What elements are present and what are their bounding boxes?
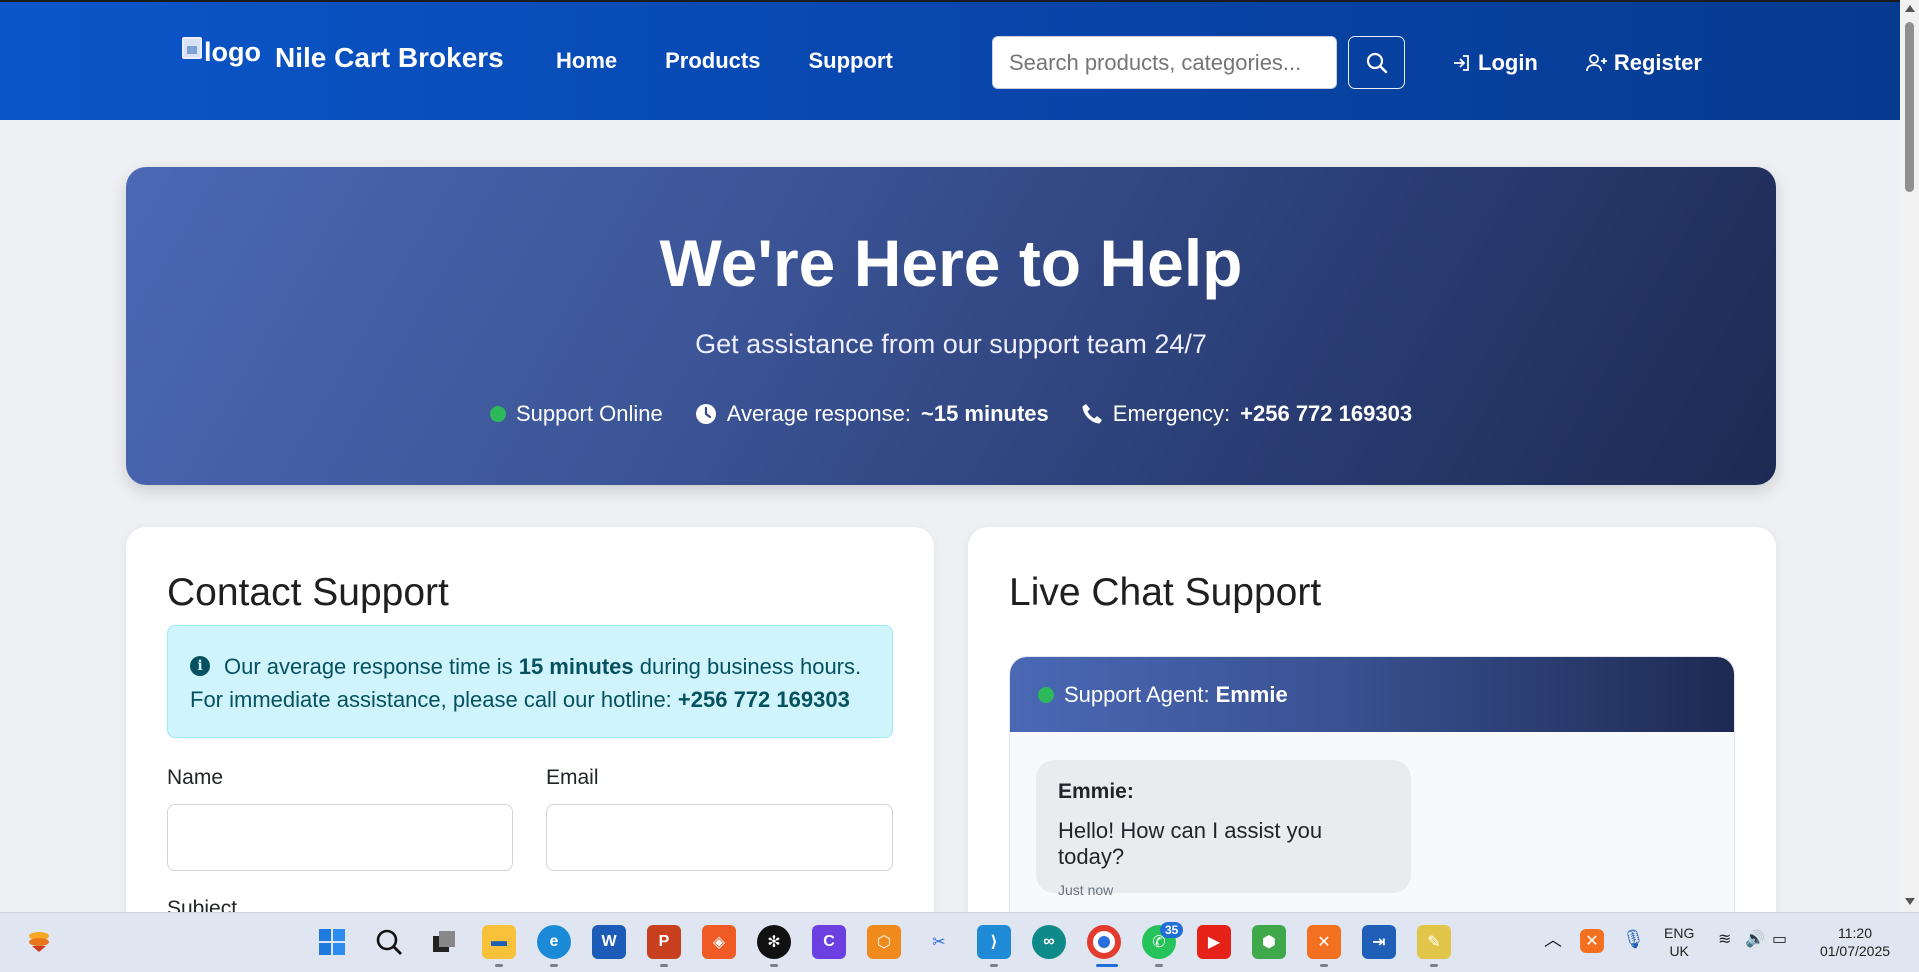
logo-image: logo: [182, 36, 261, 68]
volume-icon[interactable]: 🔊: [1745, 931, 1765, 949]
nav-link-support[interactable]: Support: [808, 48, 892, 74]
brand[interactable]: logo Nile Cart Brokers: [182, 30, 504, 74]
vscode-icon[interactable]: ⟩: [977, 925, 1011, 959]
arduino-icon[interactable]: ∞: [1032, 925, 1066, 959]
region-code: UK: [1669, 943, 1689, 959]
emergency-contact: Emergency: +256 772 169303: [1081, 401, 1412, 427]
message-sender: Emmie:: [1058, 780, 1134, 803]
login-icon: [1454, 55, 1469, 71]
android-studio-icon[interactable]: ⬢: [1252, 925, 1286, 959]
file-explorer-icon[interactable]: ▬: [482, 925, 516, 959]
search-taskbar-icon[interactable]: [372, 925, 406, 959]
message-time: Just now: [1058, 882, 1114, 898]
response-value: ~15 minutes: [920, 401, 1049, 426]
alert-text-2: during business hours.: [639, 654, 862, 679]
clock-time: 11:20: [1838, 925, 1872, 941]
register-link[interactable]: Register: [1585, 50, 1702, 76]
word-icon[interactable]: W: [592, 925, 626, 959]
nav-link-home[interactable]: Home: [556, 48, 617, 74]
emergency-phone[interactable]: +256 772 169303: [1240, 401, 1412, 427]
xampp-icon[interactable]: ✕: [1307, 925, 1341, 959]
search-icon: [1366, 52, 1387, 73]
alert-text-3: For immediate assistance, please call ou…: [190, 687, 672, 712]
chrome-icon[interactable]: [1087, 925, 1121, 959]
register-label: Register: [1613, 50, 1702, 75]
edge-icon[interactable]: e: [537, 925, 571, 959]
live-chat-card: Live Chat Support Support Agent: Emmie E…: [968, 527, 1776, 956]
language-indicator[interactable]: ENG UK: [1664, 924, 1694, 960]
auth-links: Login Register: [1452, 50, 1702, 76]
battery-icon[interactable]: ▭: [1772, 931, 1787, 949]
live-chat-title: Live Chat Support: [1009, 571, 1322, 614]
widgets-icon[interactable]: [22, 925, 56, 959]
canva-icon[interactable]: C: [812, 925, 846, 959]
response-info-alert: i Our average response time is 15 minutes…: [167, 625, 893, 738]
brand-name: Nile Cart Brokers: [274, 42, 504, 73]
hero-subtitle: Get assistance from our support team 24/…: [695, 329, 1207, 359]
alert-text-1: Our average response time is: [224, 654, 513, 679]
language-code: ENG: [1664, 925, 1695, 941]
xampp-tray-icon[interactable]: ✕: [1580, 929, 1604, 953]
youtube-icon[interactable]: ▶: [1197, 925, 1231, 959]
agent-name: Emmie: [1215, 681, 1288, 707]
response-label: Average response:: [726, 401, 911, 426]
chat-header: Support Agent: Emmie: [1010, 657, 1734, 732]
alert-hotline[interactable]: +256 772 169303: [678, 687, 850, 712]
pdf-tool-icon[interactable]: ✎: [1417, 925, 1451, 959]
name-field[interactable]: [167, 804, 513, 871]
person-add-icon: [1585, 54, 1607, 72]
agent-label: Support Agent:: [1064, 681, 1210, 707]
brave-icon[interactable]: ◈: [702, 925, 736, 959]
info-icon: i: [190, 656, 210, 677]
clock-icon: [695, 404, 716, 424]
chatgpt-icon[interactable]: ✻: [757, 925, 791, 959]
top-navbar: logo Nile Cart Brokers Home Products Sup…: [0, 0, 1900, 120]
alert-response-time: 15 minutes: [518, 654, 634, 679]
agent-online-dot-icon: [1038, 686, 1054, 703]
task-view-icon[interactable]: [427, 925, 461, 959]
hero-stats: Support Online Average response: ~15 min…: [126, 401, 1776, 427]
clock[interactable]: 11:20 01/07/2025: [1816, 924, 1894, 960]
response-time: Average response: ~15 minutes: [695, 401, 1049, 427]
phone-icon: [1082, 404, 1102, 424]
show-hidden-icons-chevron-icon[interactable]: ︿: [1544, 931, 1562, 949]
page-scrollbar[interactable]: [1900, 0, 1919, 912]
message-text: Hello! How can I assist you today?: [1058, 818, 1323, 869]
nav-link-products[interactable]: Products: [665, 48, 760, 74]
remote-app-icon[interactable]: ⇥: [1362, 925, 1396, 959]
broken-image-icon: [182, 36, 202, 59]
emergency-label: Emergency:: [1112, 401, 1231, 426]
whatsapp-badge: 35: [1160, 922, 1184, 938]
clock-date: 01/07/2025: [1819, 943, 1891, 959]
snipping-tool-icon[interactable]: ✂: [922, 925, 956, 959]
nav-links: Home Products Support: [556, 48, 893, 74]
microphone-icon[interactable]: 🎙: [1622, 930, 1645, 948]
contact-support-card: Contact Support i Our average response ti…: [126, 527, 934, 947]
email-field[interactable]: [546, 804, 893, 871]
search-button[interactable]: [1348, 36, 1405, 89]
wifi-icon[interactable]: ≋: [1718, 931, 1731, 949]
chat-message: Emmie: Hello! How can I assist you today…: [1036, 760, 1411, 898]
scroll-down-icon[interactable]: [1905, 898, 1915, 905]
login-label: Login: [1478, 50, 1538, 75]
scroll-up-icon[interactable]: [1905, 5, 1915, 12]
diagram-app-icon[interactable]: ⬡: [867, 925, 901, 959]
powerpoint-icon[interactable]: P: [647, 925, 681, 959]
support-status: Support Online: [489, 401, 663, 427]
start-icon[interactable]: [315, 925, 349, 959]
chat-window: Support Agent: Emmie Emmie: Hello! How c…: [1009, 656, 1735, 956]
online-dot-icon: [489, 406, 506, 422]
search-input[interactable]: [992, 36, 1337, 89]
logo-alt-text: logo: [204, 36, 261, 67]
email-label: Email: [546, 766, 599, 789]
name-label: Name: [167, 766, 224, 789]
contact-support-title: Contact Support: [167, 571, 449, 614]
windows-taskbar: ▬ e W P ◈ ✻ C ⬡ ✂ ⟩ ∞ ✆ 35 ▶ ⬢ ✕ ⇥ ✎ ︿ ✕…: [0, 912, 1919, 972]
scrollbar-thumb[interactable]: [1905, 22, 1914, 192]
support-status-text: Support Online: [515, 401, 663, 426]
hero-banner: We're Here to Help Get assistance from o…: [126, 167, 1776, 485]
login-link[interactable]: Login: [1452, 50, 1538, 76]
hero-title: We're Here to Help: [659, 226, 1243, 300]
